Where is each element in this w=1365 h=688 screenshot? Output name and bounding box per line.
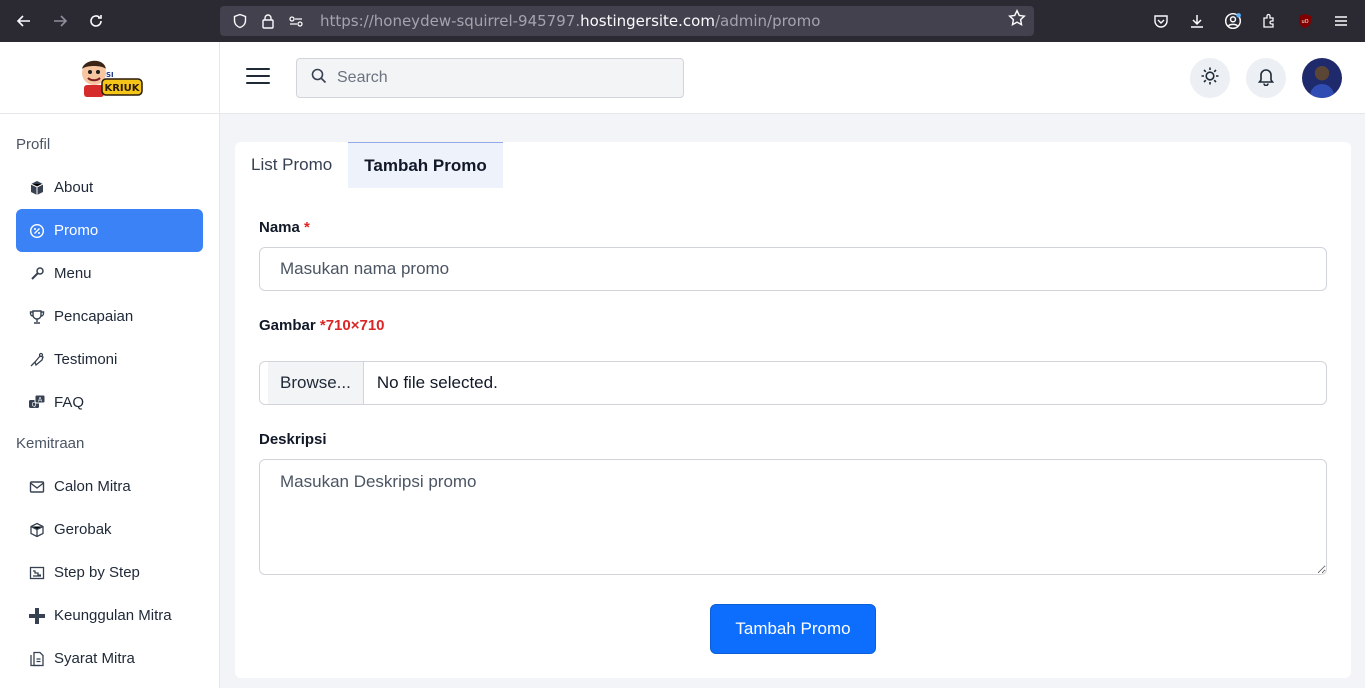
sidebar-item-gerobak[interactable]: Gerobak xyxy=(16,508,203,551)
sidebar-item-faq[interactable]: AQ FAQ xyxy=(16,381,203,424)
svg-text:uO: uO xyxy=(1301,19,1308,25)
url-path: /admin/promo xyxy=(714,12,821,30)
pocket-icon[interactable] xyxy=(1143,3,1179,39)
hamburger-menu-icon[interactable] xyxy=(246,68,270,88)
file-status: No file selected. xyxy=(376,373,498,392)
sidebar-item-syarat-mitra[interactable]: Syarat Mitra xyxy=(16,637,203,680)
search-icon xyxy=(311,68,327,89)
theme-toggle-button[interactable] xyxy=(1190,58,1230,98)
browser-toolbar: https://honeydew-squirrel-945797.hosting… xyxy=(0,0,1365,42)
sidebar-item-label: Menu xyxy=(54,265,92,282)
sidebar-item-label: FAQ xyxy=(54,394,85,411)
nama-input[interactable] xyxy=(259,247,1327,291)
gambar-label-text: Gambar xyxy=(259,317,316,334)
account-icon[interactable] xyxy=(1215,3,1251,39)
bell-icon xyxy=(1256,66,1276,91)
back-icon[interactable] xyxy=(6,3,42,39)
wrench-icon xyxy=(28,265,46,283)
shield-icon[interactable] xyxy=(228,9,252,33)
gambar-file-input[interactable]: Browse... No file selected. xyxy=(259,361,1327,405)
sidebar-item-menu[interactable]: Menu xyxy=(16,252,203,295)
testimonial-icon xyxy=(28,351,46,369)
menu-icon[interactable] xyxy=(1323,3,1359,39)
box-icon xyxy=(28,179,46,197)
nama-label-text: Nama xyxy=(259,219,300,236)
ublock-icon[interactable]: uO xyxy=(1287,3,1323,39)
notifications-button[interactable] xyxy=(1246,58,1286,98)
sidebar-item-label: Step by Step xyxy=(54,564,140,581)
tab-bar: List Promo Tambah Promo xyxy=(235,142,503,188)
sidebar-item-label: Keunggulan Mitra xyxy=(54,607,172,624)
bookmark-star-icon[interactable] xyxy=(1008,8,1026,32)
extensions-icon[interactable] xyxy=(1251,3,1287,39)
logo[interactable]: KRIUK SI xyxy=(0,42,219,114)
section-title-profil: Profil xyxy=(16,136,51,153)
sidebar-item-about[interactable]: About xyxy=(16,166,203,209)
trophy-icon xyxy=(28,308,46,326)
sidebar-item-label: Syarat Mitra xyxy=(54,650,135,667)
sidebar-item-step-by-step[interactable]: Step by Step xyxy=(16,551,203,594)
sidebar-item-keunggulan-mitra[interactable]: Keunggulan Mitra xyxy=(16,594,203,637)
cart-box-icon xyxy=(28,521,46,539)
deskripsi-label: Deskripsi xyxy=(259,431,327,448)
sidebar-item-promo[interactable]: Promo xyxy=(16,209,203,252)
sidebar-item-label: About xyxy=(54,179,94,196)
reload-icon[interactable] xyxy=(78,3,114,39)
sidebar-item-label: Testimoni xyxy=(54,351,118,368)
promo-card: List Promo Tambah Promo Nama * Gambar *7… xyxy=(235,142,1351,678)
deskripsi-textarea[interactable] xyxy=(259,459,1327,575)
sidebar-item-label: Pencapaian xyxy=(54,308,134,325)
avatar[interactable] xyxy=(1302,58,1342,98)
svg-text:KRIUK: KRIUK xyxy=(104,83,140,94)
search-box[interactable] xyxy=(296,58,684,98)
svg-text:SI: SI xyxy=(106,71,114,79)
tambah-promo-button[interactable]: Tambah Promo xyxy=(710,604,876,654)
sidebar-item-testimoni[interactable]: Testimoni xyxy=(16,338,203,381)
forward-icon[interactable] xyxy=(42,3,78,39)
plus-icon xyxy=(28,607,46,625)
sidebar-item-pencapaian[interactable]: Pencapaian xyxy=(16,295,203,338)
permissions-icon[interactable] xyxy=(284,9,308,33)
svg-text:Q: Q xyxy=(32,401,37,408)
sidebar: KRIUK SI Profil About Promo Menu Pencapa… xyxy=(0,42,220,688)
required-marker: * xyxy=(304,219,310,236)
url-host: hostingersite.com xyxy=(580,12,715,30)
sun-icon xyxy=(1200,66,1220,91)
top-header xyxy=(220,42,1365,114)
sidebar-item-label: Promo xyxy=(54,222,99,239)
promo-icon xyxy=(28,222,46,240)
url-prefix: https://honeydew-squirrel-945797. xyxy=(320,12,581,30)
search-input[interactable] xyxy=(337,69,657,87)
document-icon xyxy=(28,650,46,668)
lock-icon[interactable] xyxy=(256,9,280,33)
gambar-label: Gambar *710×710 xyxy=(259,317,385,334)
mail-icon xyxy=(28,478,46,496)
tab-list-promo[interactable]: List Promo xyxy=(235,142,348,188)
browse-button[interactable]: Browse... xyxy=(268,362,364,404)
tab-tambah-promo[interactable]: Tambah Promo xyxy=(348,142,503,188)
sidebar-item-label: Calon Mitra xyxy=(54,478,131,495)
section-title-kemitraan: Kemitraan xyxy=(16,435,85,452)
sidebar-item-calon-mitra[interactable]: Calon Mitra xyxy=(16,465,203,508)
faq-icon: AQ xyxy=(28,394,46,412)
nama-label: Nama * xyxy=(259,219,310,236)
url-text: https://honeydew-squirrel-945797.hosting… xyxy=(320,12,820,30)
deskripsi-label-text: Deskripsi xyxy=(259,431,327,448)
steps-icon xyxy=(28,564,46,582)
browser-extensions: uO xyxy=(1143,0,1365,42)
sidebar-item-label: Gerobak xyxy=(54,521,112,538)
image-size-requirement: *710×710 xyxy=(319,317,385,334)
download-icon[interactable] xyxy=(1179,3,1215,39)
brand-logo-icon: KRIUK SI xyxy=(81,60,143,97)
url-bar[interactable]: https://honeydew-squirrel-945797.hosting… xyxy=(220,6,1034,36)
